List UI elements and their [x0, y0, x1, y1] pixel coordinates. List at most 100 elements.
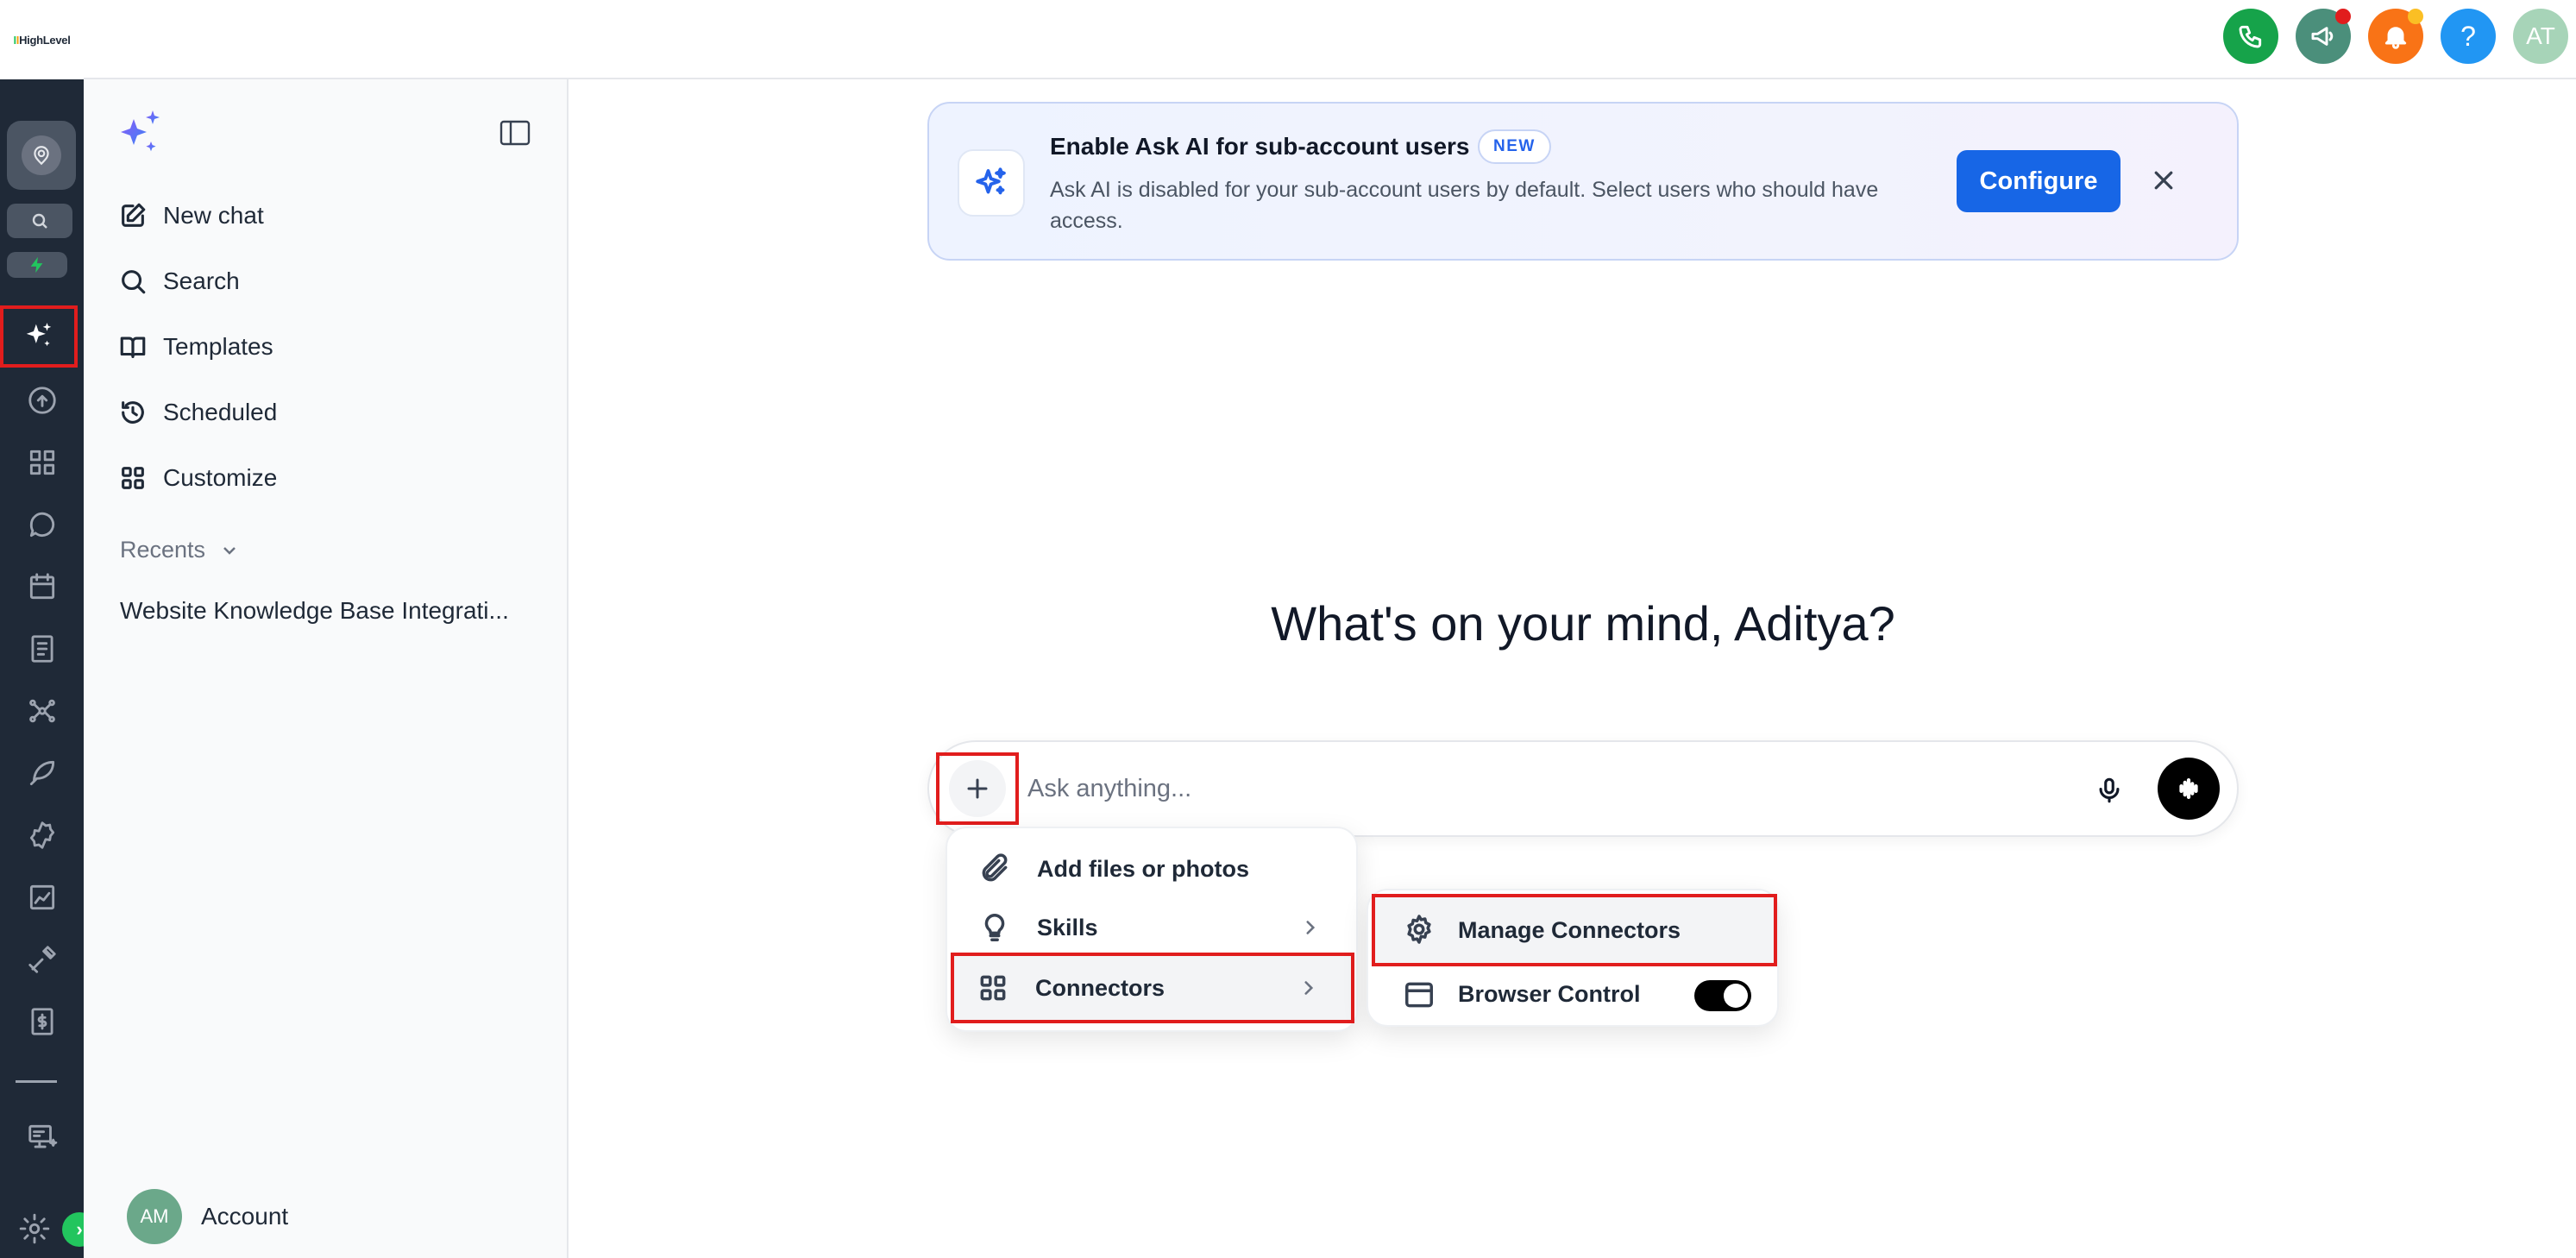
banner-close-button[interactable]	[2144, 160, 2183, 200]
sidebar-item-label: Search	[163, 267, 240, 294]
user-avatar-initials: AT	[2526, 22, 2555, 49]
sidebar-item-customize[interactable]: Customize	[118, 454, 277, 502]
toggle-knob	[1724, 984, 1748, 1008]
sidebar-item-label: Scheduled	[163, 399, 278, 425]
menu-item-add-files[interactable]: Add files or photos	[949, 842, 1353, 896]
cloud-upload-icon	[28, 387, 56, 414]
account-avatar: AM	[127, 1189, 182, 1244]
submenu-item-browser-control[interactable]: Browser Control	[1375, 963, 1774, 1025]
rail-reporting-button[interactable]	[0, 878, 84, 916]
grid-icon	[122, 467, 144, 489]
rail-quick-actions-button[interactable]	[7, 252, 67, 278]
voice-mode-button[interactable]	[2158, 758, 2220, 820]
sidebar-item-scheduled[interactable]: Scheduled	[118, 388, 277, 437]
rail-settings-button[interactable]	[0, 1210, 69, 1248]
chevron-down-icon	[223, 546, 236, 555]
submenu-item-manage-connectors[interactable]: Manage Connectors	[1372, 894, 1777, 966]
gear-icon	[19, 1213, 50, 1244]
notification-dot	[2335, 9, 2351, 24]
chevron-right-icon	[1297, 977, 1320, 999]
search-icon	[32, 213, 47, 229]
location-switcher[interactable]	[7, 121, 76, 190]
banner-description: Ask AI is disabled for your sub-account …	[1050, 178, 1879, 233]
rail-contacts-button[interactable]	[0, 630, 84, 668]
rail-dashboard-button[interactable]	[0, 443, 84, 481]
recent-chat-item[interactable]: Website Knowledge Base Integrati...	[120, 597, 509, 625]
new-badge: NEW	[1478, 129, 1551, 164]
submenu-item-label: Browser Control	[1458, 980, 1641, 1007]
user-avatar[interactable]: AT	[2513, 9, 2568, 64]
bolt-icon	[30, 256, 43, 274]
menu-item-connectors[interactable]: Connectors	[951, 953, 1354, 1023]
app-logo-text: HighLevel	[19, 33, 71, 47]
rail-workflows-button[interactable]	[0, 692, 84, 730]
notifications-button[interactable]	[2368, 9, 2423, 64]
ask-ai-sidebar: New chat Search Templates Scheduled Cust…	[84, 79, 569, 1258]
sidebar-toggle-icon	[499, 120, 531, 146]
notification-dot	[2408, 9, 2423, 24]
chevron-right-icon: ›	[76, 1218, 83, 1240]
rail-search-button[interactable]	[7, 204, 72, 238]
rail-payments-button[interactable]	[0, 1003, 84, 1041]
sidebar-item-new-chat[interactable]: New chat	[118, 192, 264, 240]
dashboard-icon	[29, 450, 54, 475]
badge-icon	[29, 821, 54, 849]
announcements-button[interactable]	[2296, 9, 2351, 64]
connectors-submenu: Manage Connectors Browser Control	[1367, 889, 1779, 1027]
browser-icon	[1403, 978, 1436, 1011]
greeting-heading: What's on your mind, Aditya?	[1271, 596, 1895, 651]
account-label: Account	[201, 1203, 289, 1230]
ai-monitor-icon	[28, 1124, 57, 1148]
sidebar-item-templates[interactable]: Templates	[118, 323, 273, 371]
phone-button[interactable]	[2223, 9, 2278, 64]
help-button[interactable]: ?	[2441, 9, 2496, 64]
tools-icon	[28, 946, 56, 973]
recents-toggle[interactable]: Recents	[120, 537, 240, 563]
paperclip-icon	[978, 852, 1011, 885]
history-icon	[122, 401, 144, 424]
lightbulb-icon	[978, 911, 1011, 944]
location-icon	[22, 135, 61, 175]
account-menu[interactable]: AM Account	[127, 1189, 288, 1244]
chat-input[interactable]	[1027, 764, 2063, 813]
menu-item-label: Connectors	[1035, 974, 1165, 1001]
report-icon	[29, 884, 54, 910]
rail-upload-button[interactable]	[0, 381, 84, 419]
network-icon	[28, 699, 55, 723]
browser-control-toggle[interactable]	[1694, 980, 1751, 1011]
menu-item-skills[interactable]: Skills	[949, 901, 1353, 954]
sparkle-icon	[976, 167, 1006, 195]
rail-integrations-button[interactable]	[0, 940, 84, 978]
recents-label: Recents	[120, 537, 206, 563]
menu-item-label: Add files or photos	[1037, 855, 1249, 882]
attach-menu: Add files or photos Skills Connectors	[946, 827, 1358, 1032]
search-icon	[122, 270, 146, 294]
edit-icon	[122, 203, 146, 227]
attach-menu-button[interactable]	[936, 752, 1019, 825]
microphone-icon	[2099, 777, 2120, 803]
banner-sparkle-icon	[958, 149, 1025, 217]
configure-button[interactable]: Configure	[1957, 150, 2120, 212]
rail-ai-agents-button[interactable]	[0, 1118, 84, 1156]
icon-rail: IIHighLevel ›	[0, 0, 97, 1258]
rail-reputation-button[interactable]	[0, 816, 84, 854]
chat-composer	[927, 740, 2239, 837]
submenu-item-label: Manage Connectors	[1458, 916, 1681, 943]
dictation-button[interactable]	[2090, 771, 2128, 809]
app-logo[interactable]: IIHighLevel	[0, 0, 84, 79]
book-icon	[120, 337, 146, 358]
sparkle-icon	[26, 323, 52, 347]
sidebar-item-search[interactable]: Search	[118, 257, 240, 305]
sparkle-icon	[121, 110, 160, 152]
sidebar-item-label: Customize	[163, 464, 278, 491]
rail-marketing-button[interactable]	[0, 754, 84, 792]
top-header: ? AT	[84, 0, 2576, 79]
rail-conversations-button[interactable]	[0, 506, 84, 544]
collapse-sidebar-button[interactable]	[499, 119, 531, 147]
menu-item-label: Skills	[1037, 914, 1098, 940]
sidebar-item-label: New chat	[163, 202, 264, 229]
rail-ask-ai-button[interactable]	[0, 305, 78, 368]
calendar-icon	[29, 573, 54, 600]
plus-icon	[967, 778, 988, 799]
rail-calendar-button[interactable]	[0, 568, 84, 606]
